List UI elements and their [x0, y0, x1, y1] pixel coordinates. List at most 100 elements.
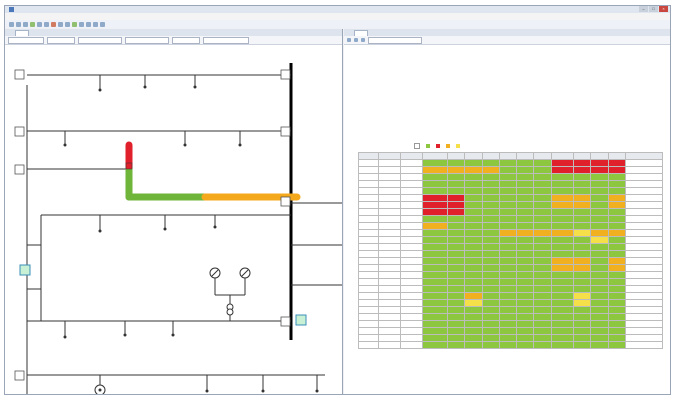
style-select[interactable]	[78, 36, 122, 44]
table-row[interactable]	[358, 292, 664, 300]
selected-bus-icon[interactable]	[295, 314, 307, 326]
column-header[interactable]	[481, 152, 500, 160]
stop-icon[interactable]	[51, 21, 56, 27]
selected-node-icon[interactable]	[19, 264, 31, 276]
table-row[interactable]	[358, 236, 664, 244]
table-row[interactable]	[358, 306, 664, 314]
table-cell	[516, 166, 535, 174]
table-row[interactable]	[358, 341, 664, 349]
table-cell	[572, 187, 592, 195]
table-cell	[358, 278, 379, 286]
analysis-icon[interactable]	[72, 21, 77, 27]
column-header[interactable]	[590, 152, 609, 160]
table-row[interactable]	[358, 327, 664, 335]
column-header[interactable]	[464, 152, 483, 160]
column-header[interactable]	[422, 152, 448, 160]
table-cell	[481, 208, 500, 216]
table-row[interactable]	[358, 285, 664, 293]
minimize-button[interactable]: –	[639, 6, 648, 12]
column-header[interactable]	[572, 152, 592, 160]
table-row[interactable]	[358, 180, 664, 188]
table-row[interactable]	[358, 173, 664, 181]
table-cell	[446, 180, 466, 188]
table-cell	[377, 166, 402, 174]
table-row[interactable]	[358, 299, 664, 307]
close-button[interactable]: ×	[659, 6, 668, 12]
zoom-select[interactable]	[47, 36, 75, 44]
zoom-in-icon[interactable]	[58, 21, 63, 27]
table-cell	[446, 341, 466, 349]
open-icon[interactable]	[16, 21, 21, 27]
table-cell	[498, 194, 518, 202]
table-cell	[498, 208, 518, 216]
breaker-icon[interactable]	[125, 162, 133, 170]
new-icon[interactable]	[9, 21, 14, 27]
settings-icon[interactable]	[93, 21, 98, 27]
table-row[interactable]	[358, 243, 664, 251]
legend-swatch	[436, 144, 440, 149]
diagram-canvas[interactable]	[5, 45, 342, 395]
help-icon[interactable]	[100, 21, 105, 27]
one-line-diagram[interactable]	[5, 45, 342, 395]
table-row[interactable]	[358, 257, 664, 265]
results-table[interactable]	[358, 152, 664, 349]
export-icon[interactable]	[354, 38, 358, 42]
column-header[interactable]	[533, 152, 552, 160]
table-row[interactable]	[358, 320, 664, 328]
column-header[interactable]	[358, 152, 379, 160]
size-select[interactable]	[172, 36, 200, 44]
table-row[interactable]	[358, 166, 664, 174]
column-header[interactable]	[498, 152, 518, 160]
table-row[interactable]	[358, 313, 664, 321]
table-cell	[377, 299, 402, 307]
font-select[interactable]	[125, 36, 169, 44]
generator-icon[interactable]	[94, 384, 106, 395]
table-row[interactable]	[358, 250, 664, 258]
results-view-select[interactable]	[368, 36, 422, 44]
table-row[interactable]	[358, 215, 664, 223]
table-row[interactable]	[358, 334, 664, 342]
table-cell	[358, 215, 379, 223]
column-header[interactable]	[446, 152, 466, 160]
table-cell	[446, 320, 466, 328]
redo-icon[interactable]	[44, 21, 49, 27]
run-icon[interactable]	[30, 21, 35, 27]
column-header[interactable]	[516, 152, 535, 160]
table-cell	[590, 243, 609, 251]
motor-icon[interactable]	[209, 267, 251, 296]
refresh-icon[interactable]	[347, 38, 351, 42]
table-row[interactable]	[358, 222, 664, 230]
print-icon[interactable]	[86, 21, 91, 27]
table-row[interactable]	[358, 187, 664, 195]
grid-icon[interactable]	[79, 21, 84, 27]
table-row[interactable]	[358, 271, 664, 279]
table-row[interactable]	[358, 159, 664, 167]
results-panel	[344, 29, 670, 394]
table-cell	[533, 341, 552, 349]
undo-icon[interactable]	[37, 21, 42, 27]
zoom-out-icon[interactable]	[65, 21, 70, 27]
column-header[interactable]	[550, 152, 574, 160]
table-cell	[590, 208, 609, 216]
column-header[interactable]	[624, 152, 664, 160]
table-row[interactable]	[358, 264, 664, 272]
table-cell	[446, 327, 466, 335]
table-row[interactable]	[358, 194, 664, 202]
column-header[interactable]	[399, 152, 424, 160]
save-icon[interactable]	[23, 21, 28, 27]
table-cell	[377, 215, 402, 223]
display-select[interactable]	[203, 36, 249, 44]
table-row[interactable]	[358, 229, 664, 237]
column-header[interactable]	[607, 152, 626, 160]
table-cell	[533, 229, 552, 237]
table-cell	[590, 271, 609, 279]
filter-icon[interactable]	[361, 38, 365, 42]
table-row[interactable]	[358, 201, 664, 209]
transformer-icon[interactable]	[226, 295, 234, 321]
table-row[interactable]	[358, 208, 664, 216]
maximize-button[interactable]: □	[649, 6, 658, 12]
table-row[interactable]	[358, 278, 664, 286]
column-header[interactable]	[377, 152, 402, 160]
layer-select[interactable]	[8, 36, 44, 44]
table-cell	[572, 264, 592, 272]
